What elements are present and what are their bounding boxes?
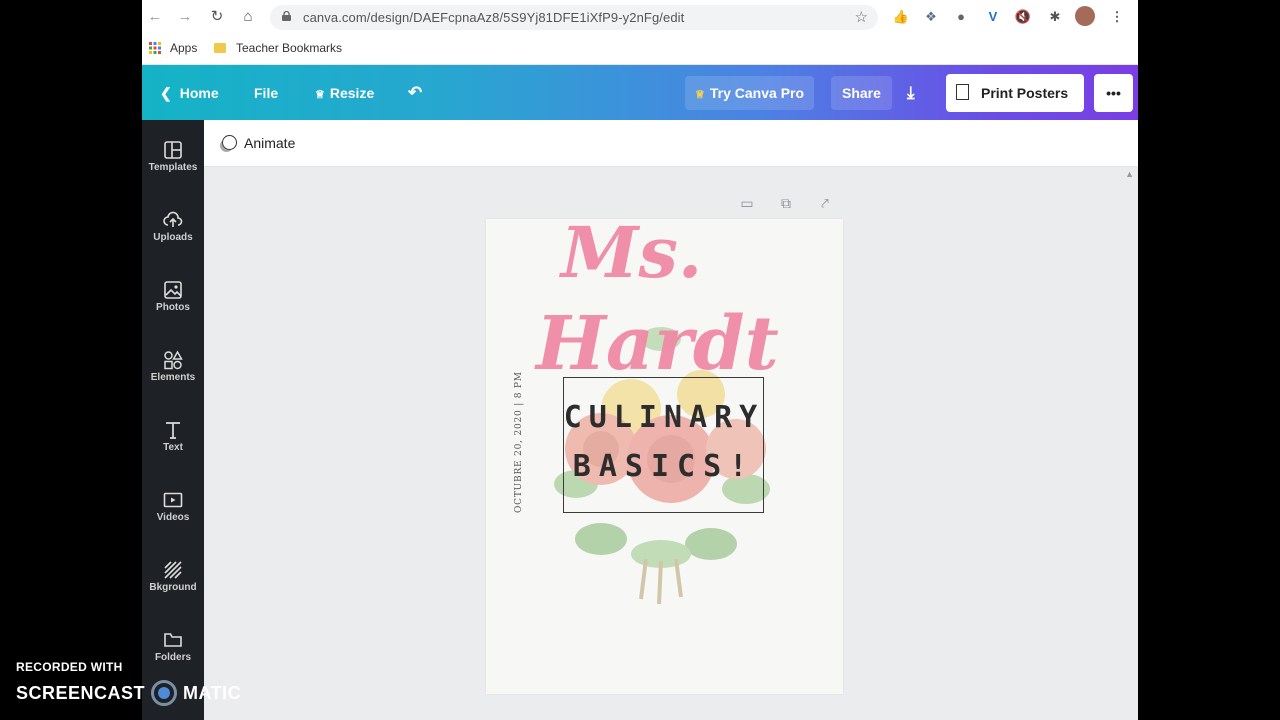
title-line1[interactable]: CULINARY — [563, 400, 765, 435]
background-icon — [164, 561, 182, 579]
file-menu-button[interactable]: File — [244, 76, 288, 110]
crown-icon: ♕ — [315, 89, 325, 101]
download-icon[interactable]: ⤓ — [897, 76, 925, 110]
canvas-workspace: ▭ ⧉ ⤤ ▲ Ms. Hardt CULINARY BASICS! OCTUB… — [204, 167, 1138, 720]
sidebar-item-videos[interactable]: Videos — [142, 476, 204, 534]
v-extension-icon[interactable]: V — [982, 6, 1004, 28]
poster-icon — [956, 84, 969, 100]
editor-toolbar: Animate — [204, 120, 1138, 167]
extension-icon[interactable]: ❖ — [920, 6, 942, 28]
profile-extension-icon[interactable]: ● — [950, 6, 972, 28]
scroll-up-icon[interactable]: ▲ — [1125, 169, 1134, 179]
script-title-line1[interactable]: Ms. — [561, 219, 702, 294]
home-icon[interactable]: ⌂ — [237, 6, 259, 28]
watermark-line1: RECORDED WITH — [16, 660, 123, 674]
photo-icon — [164, 281, 182, 299]
animate-button[interactable]: Animate — [222, 120, 295, 166]
more-options-button[interactable]: ••• — [1094, 74, 1133, 112]
url-text: canva.com/design/DAEFcpnaAz8/5S9Yj81DFE1… — [303, 10, 685, 25]
templates-icon — [164, 141, 182, 159]
sidebar-item-background[interactable]: Bkground — [142, 546, 204, 604]
sidebar-item-templates[interactable]: Templates — [142, 126, 204, 184]
bookmarks-bar: Apps Teacher Bookmarks — [142, 34, 1138, 65]
upload-icon — [163, 211, 183, 227]
sidebar-item-photos[interactable]: Photos — [142, 266, 204, 324]
duplicate-page-icon[interactable]: ⧉ — [777, 195, 795, 213]
folder-icon — [164, 633, 182, 647]
title-line2[interactable]: BASICS! — [563, 449, 765, 484]
script-title-line2[interactable]: Hardt — [536, 301, 779, 387]
url-field[interactable]: canva.com/design/DAEFcpnaAz8/5S9Yj81DFE1… — [270, 5, 878, 30]
share-button[interactable]: Share — [831, 76, 892, 110]
event-date[interactable]: OCTUBRE 20, 2020 | 8 PM — [514, 371, 524, 513]
sidebar-item-uploads[interactable]: Uploads — [142, 196, 204, 254]
watermark-line2: SCREENCAST MATIC — [16, 680, 241, 706]
video-icon — [163, 492, 183, 508]
canva-header: ❮ Home File ♕ Resize ↶ ♕ Try Canva Pro Shar… — [142, 65, 1138, 120]
text-icon — [166, 422, 180, 439]
bookmark-apps[interactable]: Apps — [170, 34, 197, 62]
browser-menu-icon[interactable]: ⋮ — [1106, 6, 1128, 28]
left-sidebar: Templates Uploads Photos Elements Text V… — [142, 120, 204, 720]
apps-grid-icon — [149, 42, 161, 54]
sidebar-item-text[interactable]: Text — [142, 406, 204, 464]
title-frame[interactable] — [563, 377, 764, 513]
animate-icon — [222, 135, 237, 150]
sidebar-item-elements[interactable]: Elements — [142, 336, 204, 394]
forward-icon[interactable]: → — [174, 6, 196, 28]
home-button[interactable]: ❮ Home — [150, 76, 229, 110]
resize-button[interactable]: ♕ Resize — [305, 76, 384, 110]
address-bar-row: ← → ↻ ⌂ canva.com/design/DAEFcpnaAz8/5S9… — [142, 0, 1138, 34]
lock-icon — [282, 11, 291, 21]
print-posters-button[interactable]: Print Posters — [946, 74, 1084, 112]
screencast-logo-icon — [151, 680, 178, 706]
notes-icon[interactable]: ▭ — [738, 195, 756, 213]
thumbs-up-extension-icon[interactable]: 👍 — [890, 6, 912, 28]
puzzle-icon[interactable]: ✱ — [1044, 6, 1066, 28]
add-page-icon[interactable]: ⤤ — [816, 195, 834, 213]
avatar[interactable] — [1075, 6, 1095, 26]
chevron-left-icon: ❮ — [160, 85, 172, 101]
bookmark-star-icon[interactable]: ☆ — [855, 5, 868, 30]
back-icon[interactable]: ← — [144, 6, 166, 28]
design-page[interactable]: Ms. Hardt CULINARY BASICS! OCTUBRE 20, 2… — [486, 219, 843, 694]
elements-icon — [164, 350, 183, 370]
try-canva-pro-button[interactable]: ♕ Try Canva Pro — [685, 76, 815, 110]
bookmark-teacher[interactable]: Teacher Bookmarks — [236, 34, 342, 62]
browser-window: ← → ↻ ⌂ canva.com/design/DAEFcpnaAz8/5S9… — [142, 0, 1138, 720]
reload-icon[interactable]: ↻ — [206, 6, 228, 28]
screencast-watermark: RECORDED WITH SCREENCAST MATIC — [16, 660, 241, 706]
mute-icon[interactable]: 🔇 — [1012, 6, 1034, 28]
crown-icon: ♕ — [695, 89, 705, 101]
undo-icon[interactable]: ↶ — [398, 76, 432, 110]
folder-icon — [214, 43, 226, 53]
